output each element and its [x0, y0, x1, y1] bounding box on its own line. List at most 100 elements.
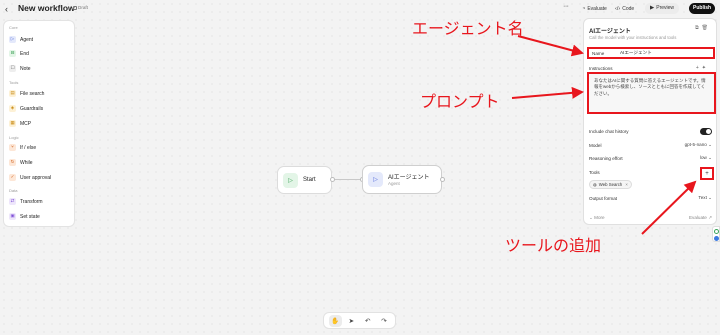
- arrow-to-instructions: [511, 86, 584, 99]
- start-output-port[interactable]: [330, 177, 335, 182]
- chat-history-toggle[interactable]: [700, 128, 712, 135]
- preview-button[interactable]: ▶ Preview: [645, 3, 680, 14]
- annotation-agent-name: エージェント名: [412, 19, 524, 38]
- palette-item-transform[interactable]: ⇄ Transform: [9, 197, 43, 206]
- palette-item-label: If / else: [20, 144, 37, 151]
- name-field[interactable]: Name AIエージェント: [587, 47, 715, 59]
- copy-icon[interactable]: ⧉: [695, 25, 702, 31]
- undo-button[interactable]: ↶: [361, 315, 374, 327]
- reasoning-label: Reasoning effort: [589, 155, 623, 161]
- publish-button[interactable]: Publish: [689, 3, 716, 14]
- palette-item-while[interactable]: ↻ While: [9, 158, 33, 167]
- more-menu-button[interactable]: ···: [563, 2, 569, 12]
- palette-item-if-else[interactable]: ⑂ If / else: [9, 143, 36, 152]
- tools-row: Tools: [589, 170, 712, 175]
- evaluate-link-label: Evaluate: [688, 215, 707, 220]
- instructions-text: あなたはAIに関する質問に答えるエージェントです。情報をwebから検索し、ソース…: [594, 78, 706, 96]
- agent-icon: ▷: [368, 172, 383, 187]
- edge-connector: [332, 179, 362, 180]
- agent-output-port[interactable]: [440, 177, 445, 182]
- palette-item-guardrails[interactable]: ◈ Guardrails: [9, 104, 43, 113]
- model-row[interactable]: Model gpt-5-nano ⌄: [589, 142, 712, 148]
- agent-node-label: AIエージェント: [388, 175, 430, 181]
- palette-item-label: MCP: [20, 120, 32, 127]
- select-tool-button[interactable]: ➤: [345, 315, 358, 327]
- palette-section-title: Tools: [9, 80, 19, 85]
- code-button[interactable]: ‹/› Code: [615, 4, 634, 14]
- palette-section-title: Logic: [9, 135, 19, 140]
- reasoning-select[interactable]: low ⌄: [700, 155, 712, 161]
- palette-item-file-search[interactable]: ▤ File search: [9, 89, 44, 98]
- top-bar: ‹ New workflow Draft ··· ◔ Evaluate ‹/› Co…: [0, 0, 720, 18]
- palette-item-agent[interactable]: ▷ Agent: [9, 35, 33, 44]
- name-input[interactable]: AIエージェント: [620, 50, 652, 56]
- hand-tool-button[interactable]: ✋: [328, 314, 342, 327]
- model-value: gpt-5-nano: [684, 142, 707, 147]
- name-label: Name: [592, 50, 605, 56]
- panel-header-icons: ⧉🗑: [695, 25, 711, 31]
- reasoning-value: low: [699, 155, 707, 160]
- evaluate-button[interactable]: ◔ Evaluate: [582, 4, 607, 14]
- annotation-prompt: プロンプト: [420, 92, 500, 111]
- evaluate-link[interactable]: Evaluate ↗: [689, 215, 712, 221]
- model-label: Model: [589, 142, 602, 148]
- output-format-select[interactable]: Text ⌄: [698, 195, 712, 201]
- palette-item-mcp[interactable]: ▦ MCP: [9, 119, 31, 128]
- draft-icon: [73, 5, 77, 10]
- web-search-chip[interactable]: ◍ Web Search ×: [589, 180, 632, 189]
- cursor-icon: ➤: [348, 317, 355, 325]
- end-icon: ⊟: [9, 50, 16, 57]
- palette-item-label: Agent: [20, 36, 34, 43]
- palette-item-set-state[interactable]: ▣ Set state: [9, 212, 40, 221]
- chevron-down-icon: ⌄: [589, 215, 593, 220]
- play-icon: ▶: [650, 5, 655, 11]
- output-format-value: Text: [698, 195, 707, 200]
- palette-item-label: File search: [20, 90, 45, 97]
- code-label: Code: [622, 6, 635, 12]
- palette-item-end[interactable]: ⊟ End: [9, 49, 29, 58]
- more-toggle[interactable]: ⌄ More: [589, 215, 605, 221]
- edge-widget[interactable]: [712, 226, 720, 242]
- start-node[interactable]: ▷ Start: [277, 166, 332, 194]
- preview-label: Preview: [656, 5, 675, 11]
- panel-footer: ⌄ More Evaluate ↗: [589, 215, 712, 221]
- palette-item-note[interactable]: ☐ Note: [9, 64, 31, 73]
- instructions-textarea[interactable]: あなたはAIに関する質問に答えるエージェントです。情報をwebから検索し、ソース…: [587, 72, 716, 114]
- agent-node-type: Agent: [388, 181, 400, 186]
- add-tool-button[interactable]: +: [700, 167, 714, 180]
- reasoning-row[interactable]: Reasoning effort low ⌄: [589, 155, 712, 161]
- play-icon: ▷: [283, 173, 298, 188]
- status-dot-icon: [714, 229, 719, 234]
- palette-item-user-approval[interactable]: ✓ User approval: [9, 173, 51, 182]
- branch-icon: ⑂: [9, 144, 16, 151]
- chevron-left-icon[interactable]: ‹: [5, 4, 8, 14]
- workflow-title[interactable]: New workflow: [18, 3, 75, 13]
- chevron-updown-icon: ⌄: [708, 142, 712, 147]
- approval-icon: ✓: [9, 174, 16, 181]
- agent-icon: ▷: [9, 36, 16, 43]
- panel-title: AIエージェント: [589, 29, 631, 35]
- instructions-label: Instructions: [589, 66, 613, 71]
- note-icon: ☐: [9, 65, 16, 72]
- chat-history-label: Include chat history: [589, 129, 629, 134]
- trash-icon[interactable]: 🗑: [702, 25, 711, 31]
- agent-node[interactable]: ▷ AIエージェント Agent: [362, 165, 442, 194]
- palette-item-label: Transform: [20, 198, 43, 205]
- chevron-updown-icon: ⌄: [708, 195, 712, 200]
- palette-item-label: End: [20, 50, 29, 57]
- node-palette: Core ▷ Agent ⊟ End ☐ Note Tools ▤ File searc…: [3, 20, 75, 227]
- evaluate-label: Evaluate: [587, 6, 607, 12]
- sparkle-icon[interactable]: ✦: [702, 65, 709, 71]
- output-format-row[interactable]: Output format Text ⌄: [589, 195, 712, 201]
- palette-section-title: Core: [9, 25, 18, 30]
- canvas-toolbar: ✋ ➤ ↶ ↷: [323, 312, 396, 329]
- palette-item-label: Guardrails: [20, 105, 44, 112]
- close-icon[interactable]: ×: [625, 182, 628, 187]
- start-node-label: Start: [303, 177, 316, 183]
- redo-button[interactable]: ↷: [377, 315, 390, 327]
- undo-icon: ↶: [364, 317, 371, 325]
- status-dot-icon: [714, 236, 719, 241]
- file-search-icon: ▤: [9, 90, 16, 97]
- state-icon: ▣: [9, 213, 16, 220]
- model-select[interactable]: gpt-5-nano ⌄: [685, 142, 712, 148]
